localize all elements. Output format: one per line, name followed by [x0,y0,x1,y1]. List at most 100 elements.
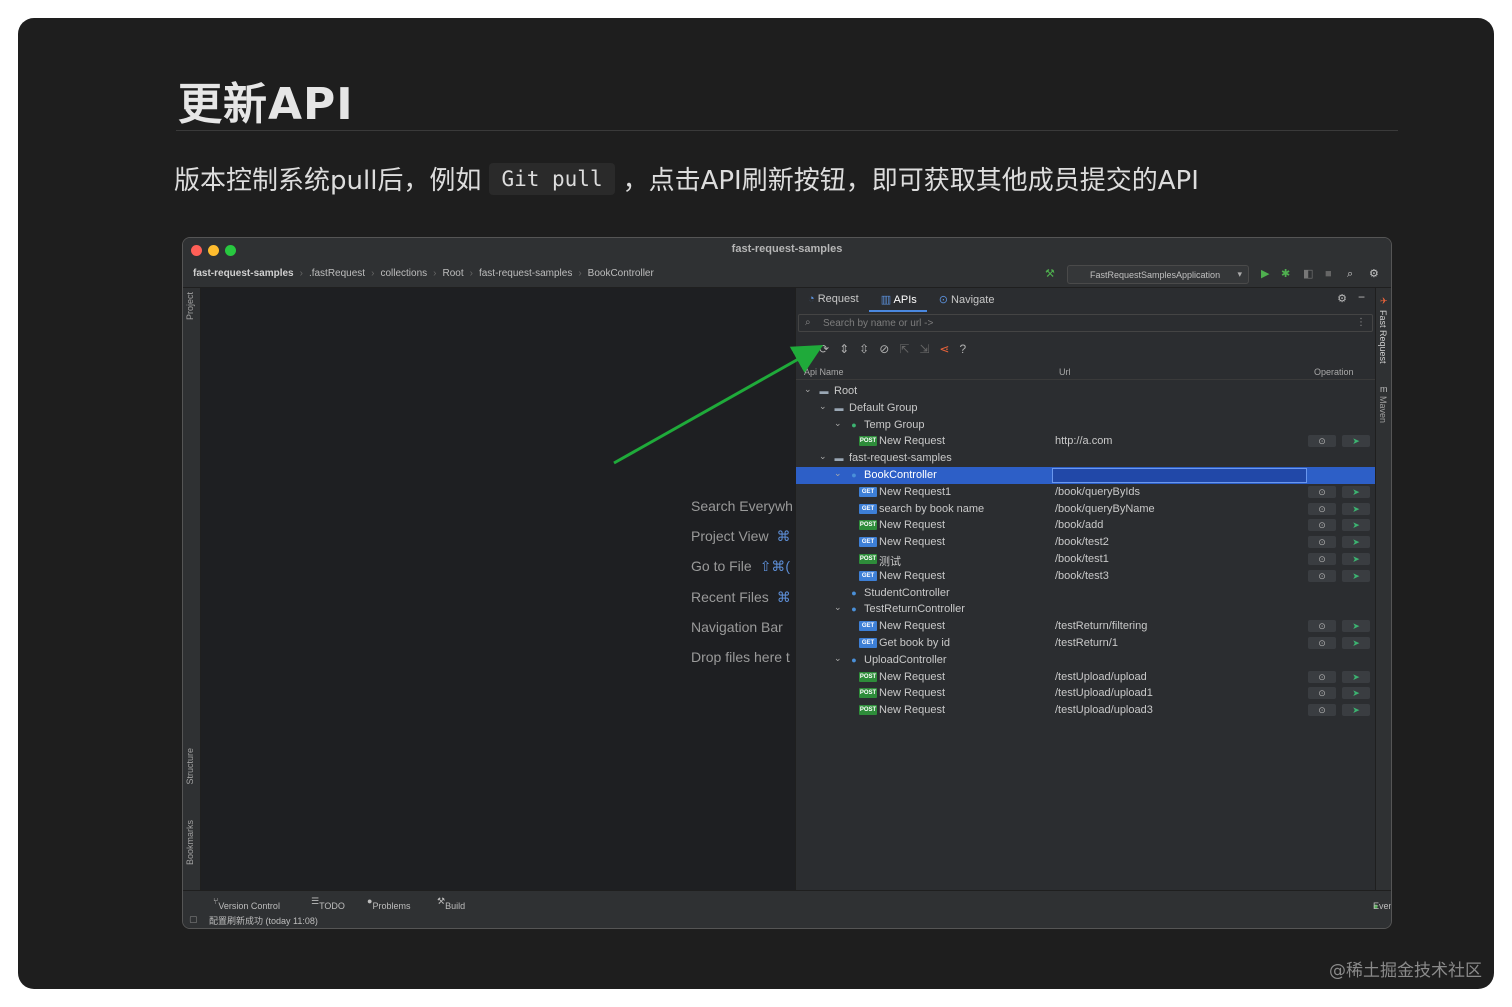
refresh-icon[interactable]: ⟳ [819,342,829,356]
tree-row[interactable]: POST New Request/book/add ⊙ ➤ [796,517,1375,534]
api-name: New Request [879,519,946,532]
coverage-icon[interactable]: ◧ [1303,267,1313,281]
tree-row[interactable]: POST 测试/book/test1 ⊙ ➤ [796,551,1375,568]
send-request-icon[interactable]: ➤ [1342,704,1370,717]
structure-tool-tab[interactable]: Structure [185,748,195,785]
expand-caret-icon[interactable]: ⌄ [834,653,844,664]
locate-icon[interactable]: ⊙ [1308,485,1336,498]
locate-icon[interactable]: ⊙ [1308,569,1336,582]
locate-icon[interactable]: ⊙ [1308,704,1336,717]
tree-row[interactable]: POST New Request/testUpload/upload ⊙ ➤ [796,669,1375,686]
tree-row[interactable]: ⌄ ▬ fast-request-samples [796,450,1375,467]
url-edit-box[interactable] [1052,467,1307,483]
breadcrumb-item[interactable]: Root [442,268,463,279]
tree-row[interactable]: POST New Request/testUpload/upload3 ⊙ ➤ [796,702,1375,719]
tree-row[interactable]: ⌄ ▬ Default Group [796,400,1375,417]
tree-row[interactable]: GET search by book name/book/queryByName ⊙… [796,501,1375,518]
tree-row[interactable]: POST New Request http://a.com ⊙ ➤ [796,433,1375,450]
breadcrumb-item[interactable]: fast-request-samples [193,268,294,279]
locate-icon[interactable]: ⊙ [1308,620,1336,633]
send-request-icon[interactable]: ➤ [1342,620,1370,633]
tree-row[interactable]: GET New Request1/book/queryByIds ⊙ ➤ [796,484,1375,501]
project-tool-tab[interactable]: Project [185,292,195,320]
send-request-icon[interactable]: ➤ [1342,552,1370,565]
help-icon[interactable]: ? [959,342,966,356]
send-request-icon[interactable]: ➤ [1342,485,1370,498]
tree-row[interactable]: ⌄ ● UploadController [796,652,1375,669]
gear-icon[interactable]: ⚙ [1369,267,1379,281]
todo-tab[interactable]: ☰ TODO [311,896,345,911]
tree-row[interactable]: GET New Request/testReturn/filtering ⊙ ➤ [796,618,1375,635]
build-hammer-icon[interactable]: ⚒ [1045,267,1055,281]
breadcrumb-item[interactable]: .fastRequest [309,268,365,279]
expand-caret-icon[interactable]: ⌄ [819,451,829,462]
expand-all-icon[interactable]: ⇕ [839,342,849,356]
tree-row[interactable]: GET New Request/book/test2 ⊙ ➤ [796,534,1375,551]
tree-row[interactable]: ⌄ ● Temp Group [796,417,1375,434]
send-request-icon[interactable]: ➤ [1342,536,1370,549]
api-name: BookController [864,468,937,481]
send-request-icon[interactable]: ➤ [1342,636,1370,649]
send-request-icon[interactable]: ➤ [1342,502,1370,515]
more-icon[interactable]: ⋮ [1356,317,1366,328]
tree-row[interactable]: POST New Request/testUpload/upload1 ⊙ ➤ [796,685,1375,702]
breadcrumb-item[interactable]: fast-request-samples [479,268,572,279]
send-request-icon[interactable]: ➤ [1342,519,1370,532]
expand-caret-icon[interactable]: ⌄ [819,401,829,412]
tree-row[interactable]: ● StudentController [796,585,1375,602]
maven-tool-tab[interactable]: Maven [1378,396,1388,423]
get-method-badge: GET [859,537,877,548]
editor-hint: Drop files here t [691,649,790,665]
run-icon[interactable]: ▶ [1261,267,1269,281]
fast-request-tool-tab[interactable]: Fast Request [1378,310,1388,364]
run-config-select[interactable]: FastRequestSamplesApplication ▾ [1067,265,1249,284]
tree-row[interactable]: ⌄ ● BookController [796,466,1375,484]
debug-icon[interactable]: ✱ [1281,267,1290,281]
stop-icon[interactable]: ■ [1325,267,1332,281]
api-url: /book/add [1055,519,1104,532]
api-name: fast-request-samples [849,452,952,465]
locate-icon[interactable]: ⊙ [1308,636,1336,649]
send-request-icon[interactable]: ➤ [1342,569,1370,582]
tab-request[interactable]: ◔ Request [796,288,869,312]
locate-icon[interactable]: ⊙ [1308,519,1336,532]
panel-settings-icon[interactable]: ⚙ [1337,292,1347,305]
disable-icon[interactable]: ⊘ [879,342,889,356]
send-request-icon[interactable]: ➤ [1342,435,1370,448]
tab-apis[interactable]: ▥ APIs [868,288,927,312]
expand-caret-icon[interactable]: ⌄ [804,384,814,395]
send-request-icon[interactable]: ➤ [1342,670,1370,683]
panel-minimize-icon[interactable]: − [1358,290,1365,304]
collapse-icon[interactable]: − [802,342,809,356]
export-icon[interactable]: ⇱ [899,342,909,356]
problems-tab[interactable]: ● Problems [367,896,410,911]
version-control-tab[interactable]: ⑂ Version Control [213,896,280,911]
locate-icon[interactable]: ⊙ [1308,536,1336,549]
locate-icon[interactable]: ⊙ [1308,502,1336,515]
locate-icon[interactable]: ⊙ [1308,435,1336,448]
locate-icon[interactable]: ⊙ [1308,687,1336,700]
api-search-input[interactable]: ⌕ Search by name or url -> ⋮ [798,314,1373,332]
share-icon[interactable]: ⋖ [939,342,949,356]
tree-row[interactable]: GET New Request/book/test3 ⊙ ➤ [796,568,1375,585]
bookmarks-tool-tab[interactable]: Bookmarks [185,820,195,865]
tab-navigate[interactable]: ⊙ Navigate [927,288,1005,312]
tree-row[interactable]: ⌄ ● TestReturnController [796,601,1375,618]
build-tab[interactable]: ⚒ Build [437,896,465,911]
breadcrumb-item[interactable]: collections [380,268,427,279]
expand-caret-icon[interactable]: ⌄ [834,468,844,479]
breadcrumb-item[interactable]: BookController [588,268,654,279]
status-toggle-icon[interactable]: ▢ [189,914,198,925]
locate-icon[interactable]: ⊙ [1308,670,1336,683]
tree-row[interactable]: GET Get book by id/testReturn/1 ⊙ ➤ [796,635,1375,652]
collapse-all-icon[interactable]: ⇳ [859,342,869,356]
import-icon[interactable]: ⇲ [919,342,929,356]
locate-icon[interactable]: ⊙ [1308,552,1336,565]
expand-caret-icon[interactable]: ⌄ [834,602,844,613]
send-request-icon[interactable]: ➤ [1342,687,1370,700]
expand-caret-icon[interactable]: ⌄ [834,418,844,429]
tab-icon: ▥ [880,294,894,306]
tree-row[interactable]: ⌄ ▬ Root [796,383,1375,400]
search-icon[interactable]: ⌕ [1347,267,1353,281]
api-url: /book/queryByName [1055,502,1155,515]
